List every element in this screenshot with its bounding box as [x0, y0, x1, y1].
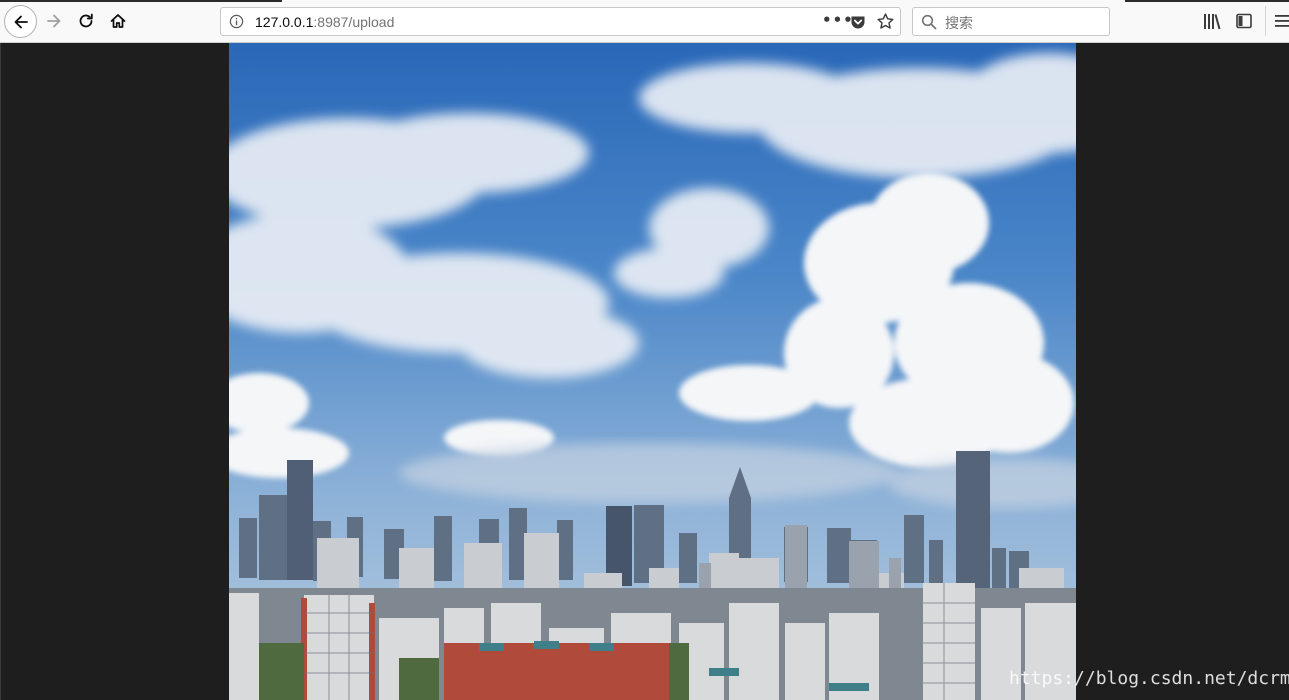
reload-icon [79, 13, 93, 28]
home-icon [110, 14, 126, 28]
search-icon [921, 14, 937, 30]
browser-toolbar: 127.0.0.1:8987/upload ••• 搜索 [0, 0, 1289, 43]
library-icon[interactable] [1203, 13, 1221, 30]
info-icon[interactable] [229, 14, 244, 29]
reload-button[interactable] [71, 6, 101, 36]
tab-strip-edge [1125, 0, 1289, 2]
star-icon[interactable] [876, 12, 895, 31]
url-host: 127.0.0.1 [255, 14, 314, 30]
back-button[interactable] [4, 5, 37, 38]
pocket-icon[interactable] [849, 13, 867, 31]
sidebar-icon[interactable] [1236, 13, 1252, 29]
search-placeholder: 搜索 [945, 16, 973, 32]
home-button[interactable] [103, 6, 133, 36]
forward-button[interactable] [39, 6, 69, 36]
hamburger-menu-icon[interactable] [1275, 14, 1289, 28]
url-path: :8987/upload [313, 14, 395, 30]
page-actions-icon[interactable]: ••• [822, 11, 853, 31]
watermark-text: https://blog.csdn.net/dcrmg [1009, 668, 1289, 689]
tab-strip-edge [0, 0, 282, 2]
uploaded-photo [229, 43, 1076, 700]
url-text[interactable]: 127.0.0.1:8987/upload [255, 14, 394, 30]
forward-arrow-icon [47, 14, 61, 28]
toolbar-separator [1265, 6, 1266, 36]
search-bar[interactable]: 搜索 [912, 7, 1110, 36]
back-arrow-icon [14, 15, 28, 28]
url-bar[interactable]: 127.0.0.1:8987/upload ••• [220, 7, 901, 36]
page-viewport: https://blog.csdn.net/dcrmg [0, 43, 1289, 700]
